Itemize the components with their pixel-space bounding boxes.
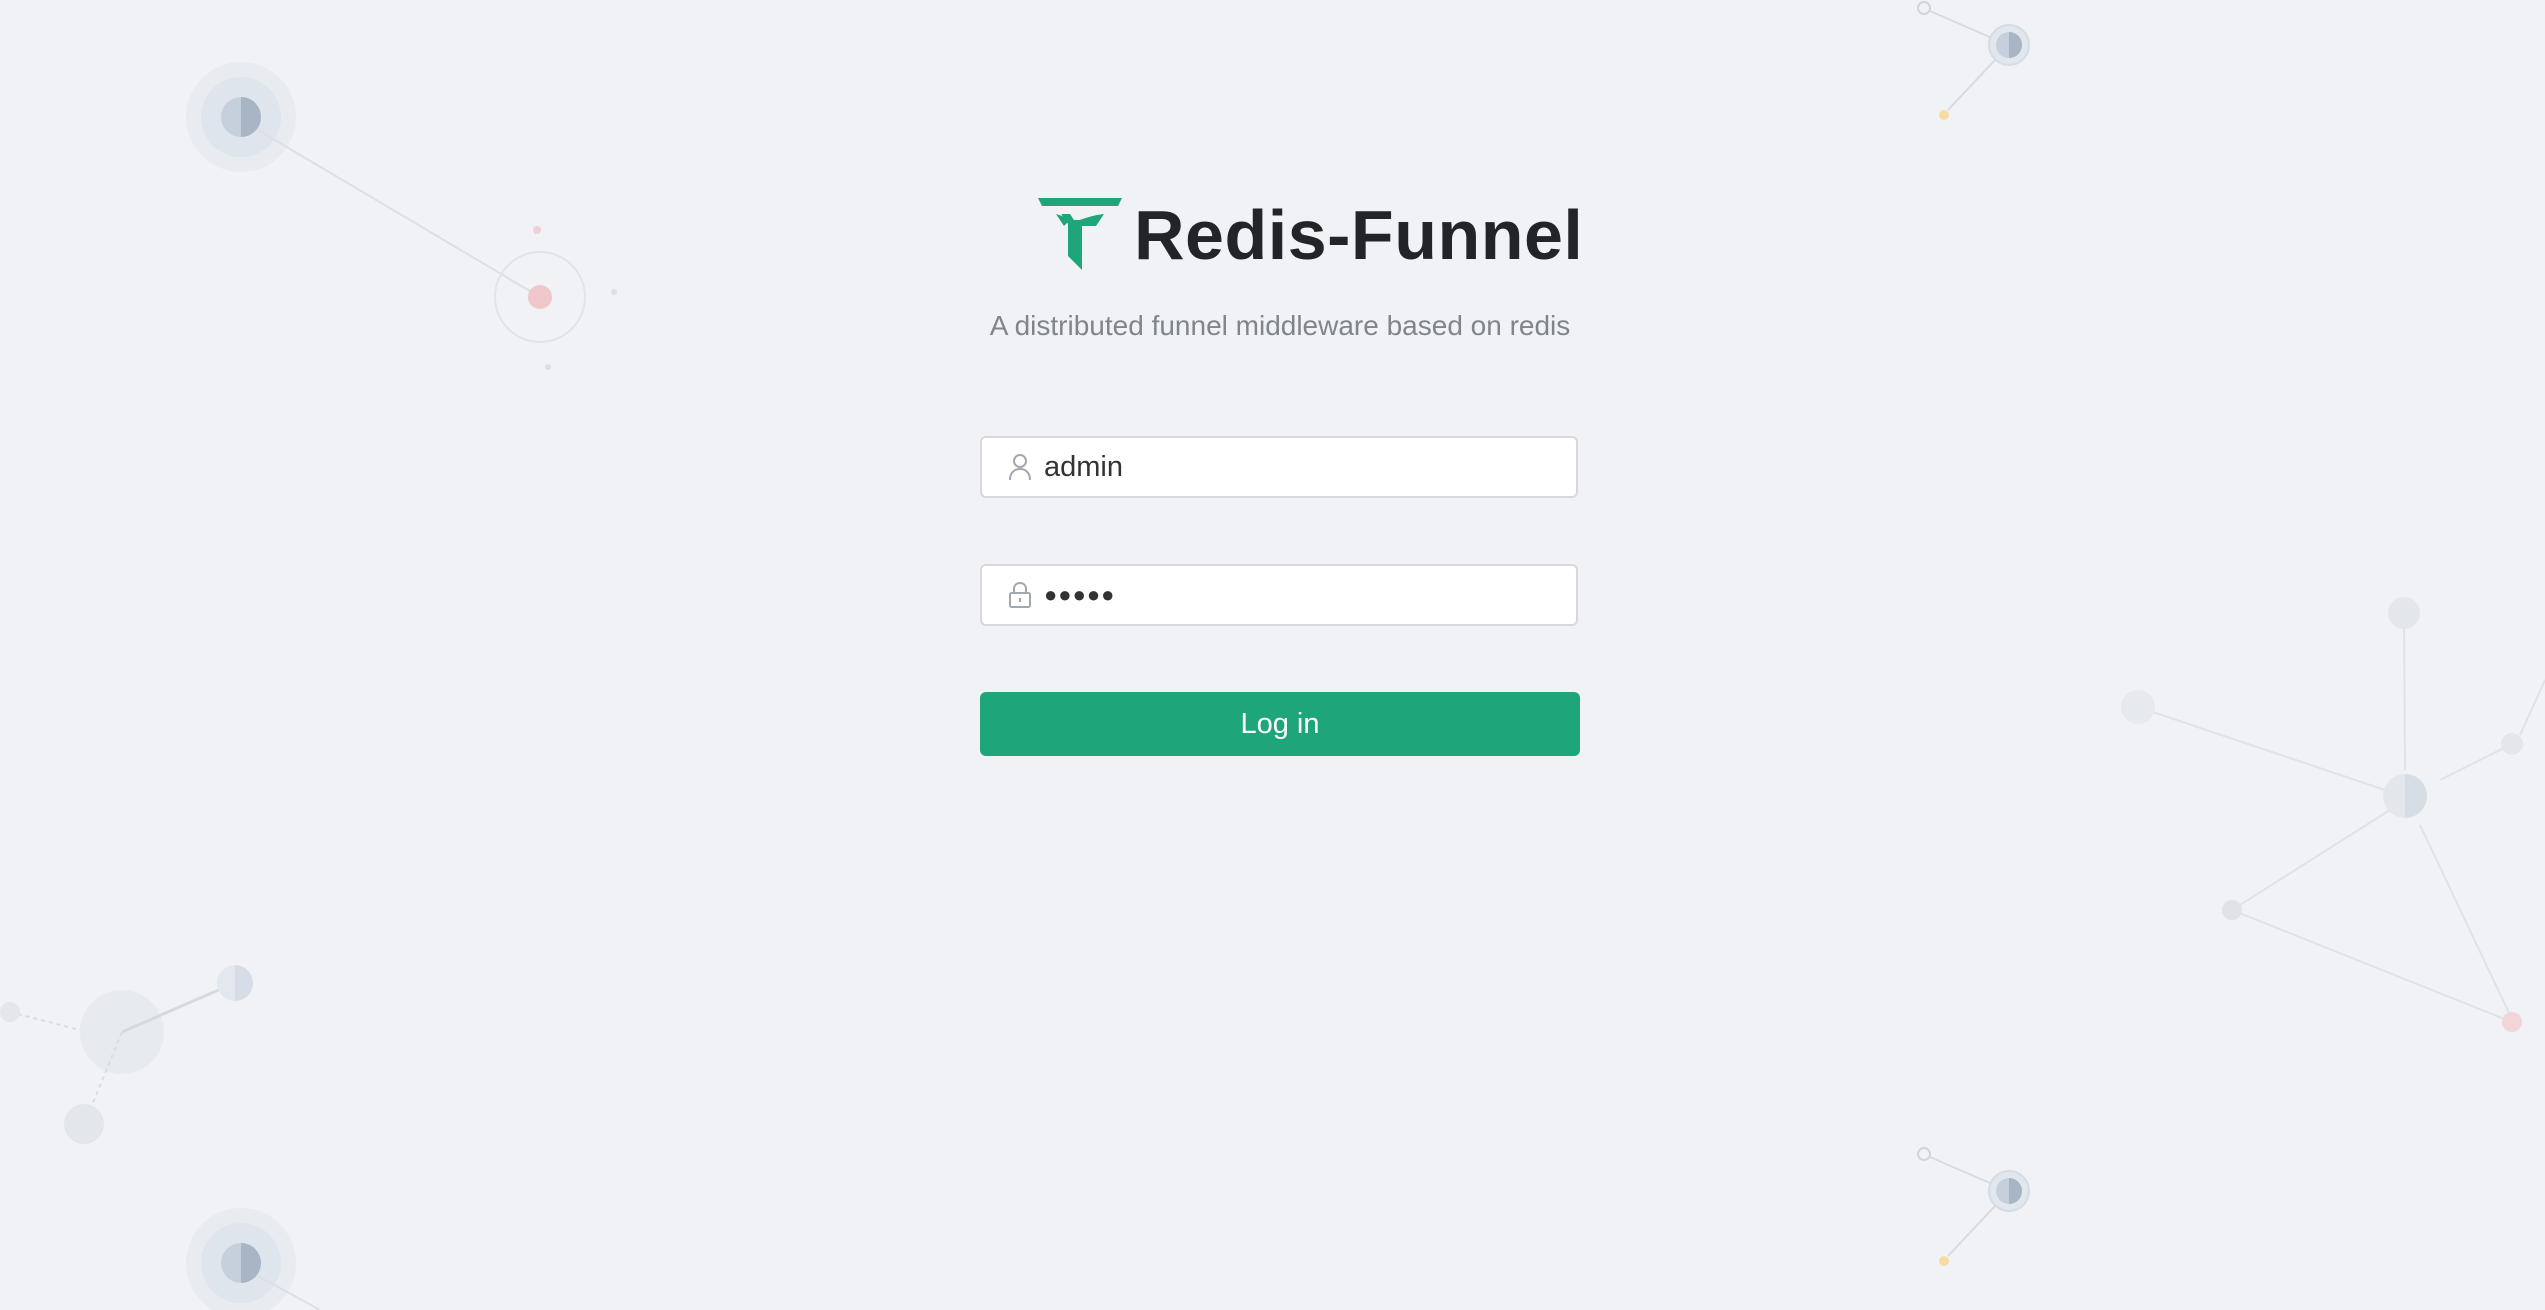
user-icon <box>1006 452 1034 482</box>
username-input[interactable] <box>1044 450 1544 484</box>
brand-header: Redis-Funnel <box>1036 190 1583 280</box>
app-subtitle: A distributed funnel middleware based on… <box>989 310 1571 341</box>
app-title: Redis-Funnel <box>1134 196 1584 274</box>
password-input[interactable] <box>1044 582 1544 608</box>
login-button[interactable]: Log in <box>980 692 1580 756</box>
lock-icon <box>1006 580 1034 610</box>
username-field[interactable] <box>980 436 1578 498</box>
molecule-decoration-right <box>2121 597 2545 1032</box>
login-page: Redis-Funnel A distributed funnel middle… <box>0 0 2545 1310</box>
password-field[interactable] <box>980 564 1578 626</box>
funnel-logo-icon <box>1038 198 1122 270</box>
molecule-decoration-bottom-left-lower <box>186 1208 321 1310</box>
molecule-decoration-top-right <box>1917 1 2030 120</box>
molecule-decoration-bottom-right <box>1917 1147 2030 1266</box>
molecule-decoration-bottom-left <box>0 965 253 1144</box>
